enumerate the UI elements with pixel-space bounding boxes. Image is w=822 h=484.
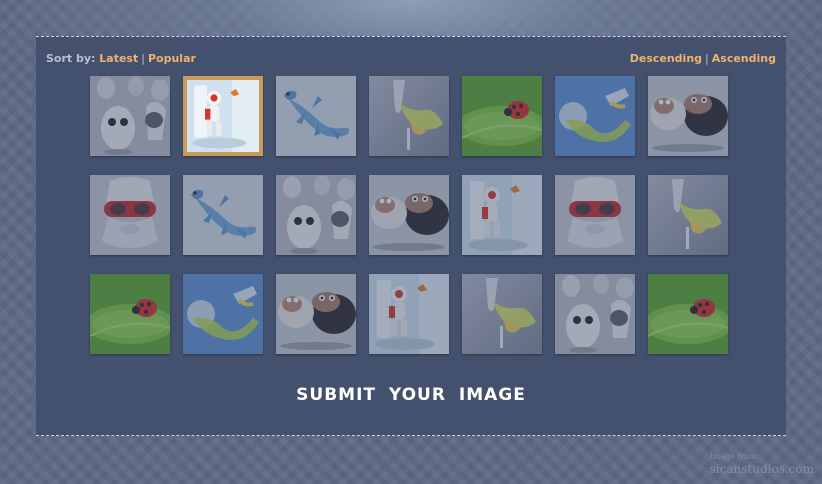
goggles-figure-thumbnail-icon: [555, 175, 635, 255]
order-bar: Descending | Ascending: [630, 52, 776, 65]
sheep-thumbnail-icon: [276, 274, 356, 354]
order-separator: |: [705, 52, 709, 65]
egg-robot-thumbnail-icon: [90, 76, 170, 156]
sort-bar: Sort by: Latest | Popular: [46, 52, 196, 65]
gallery-thumbnail[interactable]: [555, 76, 635, 156]
sort-popular-link[interactable]: Popular: [148, 52, 196, 65]
glass-splash-thumbnail-icon: [648, 175, 728, 255]
gallery-thumbnail[interactable]: [90, 274, 170, 354]
gallery-thumbnail[interactable]: [462, 175, 542, 255]
gallery-thumbnail[interactable]: [369, 175, 449, 255]
ladybug-leaf-thumbnail-icon: [462, 76, 542, 156]
gallery-thumbnail[interactable]: [276, 76, 356, 156]
gallery-thumbnail[interactable]: [462, 76, 542, 156]
gallery-thumbnail[interactable]: [90, 76, 170, 156]
white-robot-thumbnail-icon: [187, 80, 259, 152]
ladybug-leaf-thumbnail-icon: [90, 274, 170, 354]
gallery-thumbnail[interactable]: [648, 175, 728, 255]
sort-separator: |: [141, 52, 145, 65]
sort-latest-link[interactable]: Latest: [99, 52, 138, 65]
egg-robot-thumbnail-icon: [276, 175, 356, 255]
blue-lizard-thumbnail-icon: [276, 76, 356, 156]
gallery-thumbnail[interactable]: [276, 274, 356, 354]
goggles-figure-thumbnail-icon: [90, 175, 170, 255]
credit-line-2: sicanstudios.com: [709, 462, 814, 476]
blue-lizard-thumbnail-icon: [183, 175, 263, 255]
sheep-thumbnail-icon: [648, 76, 728, 156]
gallery-thumbnail[interactable]: [90, 175, 170, 255]
sheep-thumbnail-icon: [369, 175, 449, 255]
gallery-thumbnail[interactable]: [648, 76, 728, 156]
glass-splash-blue-thumbnail-icon: [183, 274, 263, 354]
glass-splash-thumbnail-icon: [462, 274, 542, 354]
order-ascending-link[interactable]: Ascending: [712, 52, 776, 65]
white-robot-thumbnail-icon: [462, 175, 542, 255]
gallery-thumbnail[interactable]: [462, 274, 542, 354]
glass-splash-blue-thumbnail-icon: [555, 76, 635, 156]
gallery-thumbnail[interactable]: [369, 76, 449, 156]
glass-splash-thumbnail-icon: [369, 76, 449, 156]
submit-image-button[interactable]: SUBMIT YOUR IMAGE: [36, 385, 786, 405]
thumbnail-grid: [90, 76, 728, 354]
order-descending-link[interactable]: Descending: [630, 52, 702, 65]
gallery-thumbnail[interactable]: [276, 175, 356, 255]
ladybug-leaf-thumbnail-icon: [648, 274, 728, 354]
gallery-thumbnail[interactable]: [555, 274, 635, 354]
image-credit: Image from sicanstudios.com: [709, 452, 814, 476]
gallery-panel: Sort by: Latest | Popular Descending | Ascen…: [36, 36, 786, 436]
gallery-thumbnail[interactable]: [555, 175, 635, 255]
credit-line-1: Image from: [709, 452, 757, 461]
gallery-thumbnail[interactable]: [648, 274, 728, 354]
gallery-thumbnail[interactable]: [183, 274, 263, 354]
gallery-thumbnail[interactable]: [183, 76, 263, 156]
egg-robot-thumbnail-icon: [555, 274, 635, 354]
sort-label: Sort by:: [46, 52, 96, 65]
white-robot-thumbnail-icon: [369, 274, 449, 354]
gallery-thumbnail[interactable]: [369, 274, 449, 354]
gallery-thumbnail[interactable]: [183, 175, 263, 255]
